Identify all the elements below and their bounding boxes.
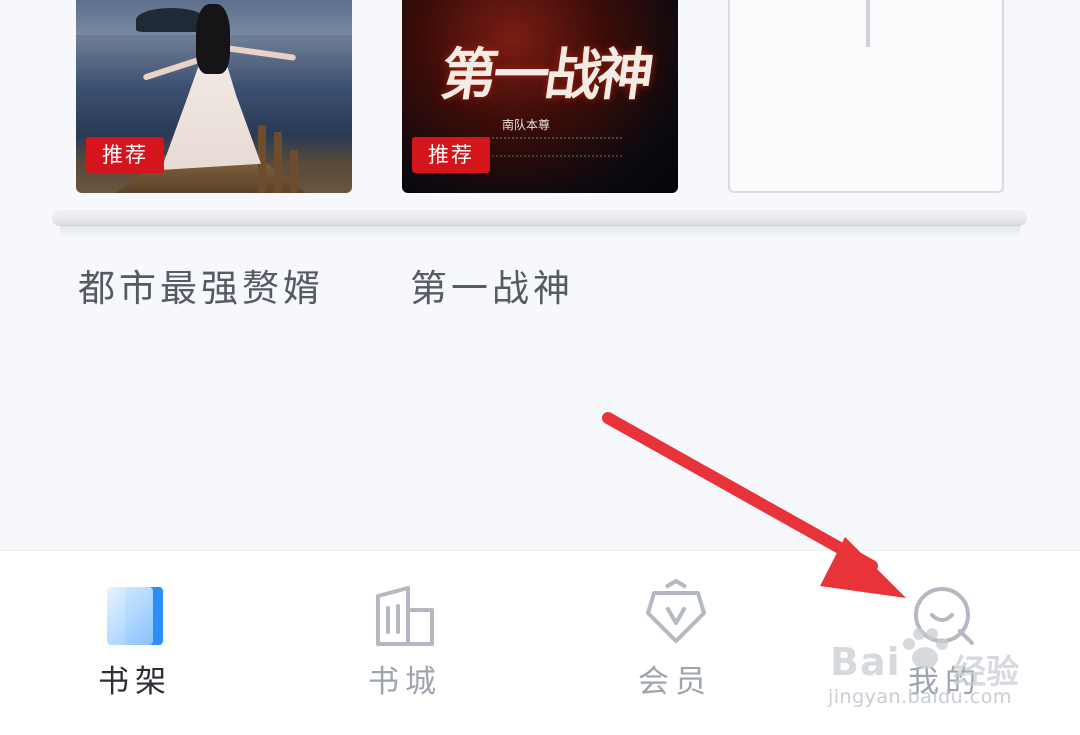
book-cover-zhanshen[interactable]: 第一战神 南队本尊 推荐 bbox=[402, 0, 678, 193]
vip-crown-icon bbox=[646, 579, 706, 643]
tab-bookstore[interactable]: 书城 bbox=[330, 551, 480, 735]
cover-author: 南队本尊 bbox=[502, 118, 551, 132]
add-book-button[interactable] bbox=[728, 0, 1004, 193]
cover-hair bbox=[196, 4, 230, 74]
cover-title-art: 第一战神 bbox=[436, 42, 655, 108]
cover-post bbox=[274, 132, 282, 193]
bookstore-building-icon bbox=[376, 586, 434, 646]
cover-post bbox=[290, 150, 298, 193]
book-title[interactable]: 都市最强赘婿 bbox=[78, 258, 324, 312]
tab-vip[interactable]: 会员 bbox=[600, 551, 750, 735]
cover-arm bbox=[225, 45, 297, 61]
book-title[interactable]: 第一战神 bbox=[410, 258, 574, 312]
bookshelf-board bbox=[52, 210, 1027, 226]
bookshelf-shadow bbox=[60, 225, 1020, 239]
cover-arm bbox=[142, 57, 200, 81]
bookshelf-icon bbox=[107, 587, 163, 645]
tab-label: 书城 bbox=[368, 664, 442, 700]
cover-fine-print bbox=[472, 137, 622, 157]
tab-label: 会员 bbox=[638, 664, 712, 700]
tab-label: 书架 bbox=[98, 664, 172, 700]
watermark-url: jingyan.baidu.com bbox=[828, 686, 1012, 708]
plus-icon bbox=[866, 0, 870, 47]
watermark-paw-icon bbox=[903, 628, 948, 669]
book-cover-dushi[interactable]: 推荐 bbox=[76, 0, 352, 193]
tab-bookshelf[interactable]: 书架 bbox=[60, 551, 210, 735]
recommend-badge: 推荐 bbox=[86, 137, 164, 173]
recommend-badge: 推荐 bbox=[412, 137, 490, 173]
watermark-logo: Bai bbox=[830, 640, 901, 684]
